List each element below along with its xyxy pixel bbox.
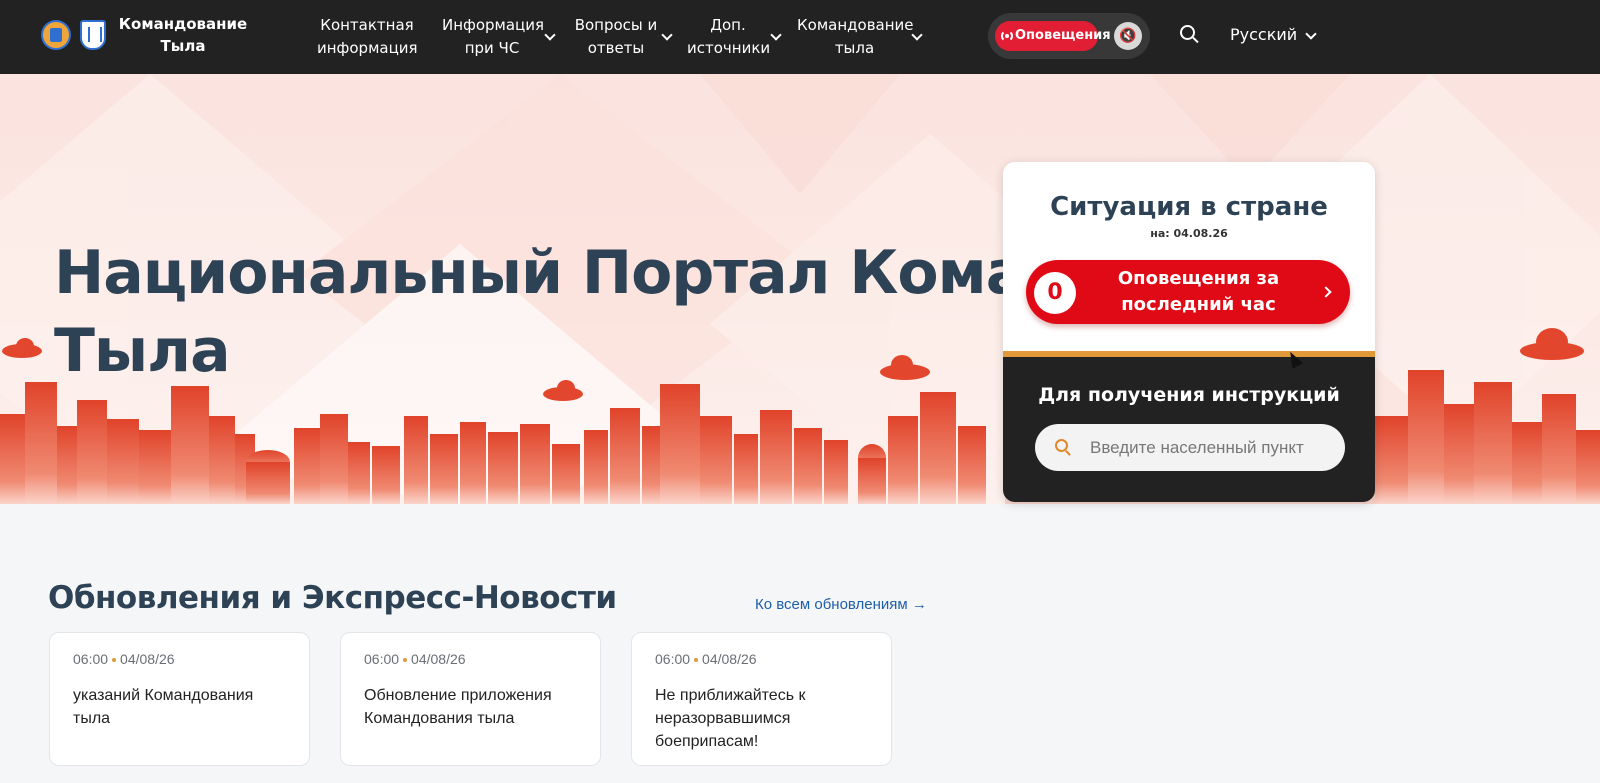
news-card-meta: 06:00 04/08/26 — [655, 651, 757, 667]
language-selector[interactable]: Русский — [1230, 24, 1317, 46]
chevron-right-icon — [1320, 286, 1332, 298]
news-card[interactable]: 06:00 04/08/26 Не приближайтесь к неразор… — [631, 632, 892, 766]
news-card[interactable]: 06:00 04/08/26 Обновление приложения Кома… — [340, 632, 601, 766]
logo-emblem-icon[interactable] — [41, 20, 71, 50]
nav-emergency-info[interactable]: Информация при ЧС — [442, 14, 556, 60]
chevron-down-icon — [661, 29, 673, 41]
last-hour-alerts-button[interactable]: 0 Оповещения за последний час — [1026, 260, 1350, 324]
top-navigation-bar: Командование Тыла Контактная информация … — [0, 0, 1600, 74]
brand-name[interactable]: Командование Тыла — [118, 13, 248, 57]
city-search-box — [1035, 424, 1345, 471]
nav-additional-sources[interactable]: Доп. источники — [687, 14, 782, 60]
instructions-title: Для получения инструкций — [1038, 384, 1340, 406]
news-card-text: Обновление приложения Командования тыла — [364, 687, 552, 727]
search-icon — [1055, 439, 1073, 457]
news-card-meta: 06:00 04/08/26 — [73, 651, 175, 667]
city-search-input[interactable] — [1090, 424, 1335, 471]
news-card-meta: 06:00 04/08/26 — [364, 651, 466, 667]
mute-icon[interactable]: 🔇 — [1114, 22, 1142, 50]
situation-date: на: 04.08.26 — [1150, 227, 1228, 240]
chevron-down-icon — [544, 29, 556, 41]
news-card[interactable]: 06:00 04/08/26 указаний Командования тыла — [49, 632, 310, 766]
nav-contact-info[interactable]: Контактная информация — [317, 14, 418, 60]
news-card-text: Не приближайтесь к неразорвавшимся боепр… — [655, 687, 806, 750]
state-emblem-icon[interactable] — [80, 20, 106, 50]
alert-count-badge: 0 — [1034, 272, 1076, 314]
all-updates-link[interactable]: Ко всем обновлениям → — [755, 596, 927, 613]
chevron-down-icon — [770, 29, 782, 41]
chevron-down-icon — [1305, 28, 1317, 40]
hero-title: Национальный Портал Командования Тыла — [54, 238, 1004, 386]
search-icon[interactable] — [1180, 25, 1200, 45]
situation-summary: Ситуация в стране на: 04.08.26 0 Оповеще… — [1003, 162, 1375, 351]
nav-home-front-command[interactable]: Командование тыла — [797, 14, 923, 60]
updates-section-title: Обновления и Экспресс-Новости — [48, 580, 617, 616]
alert-bar-label: Оповещения за последний час — [1117, 268, 1280, 315]
nav-faq[interactable]: Вопросы и ответы — [573, 14, 673, 60]
alerts-toggle-group: Оповещения 🔇 — [988, 13, 1150, 59]
hero-title-clip: Национальный Портал Командования Тыла — [0, 74, 1004, 504]
news-card-text: указаний Командования тыла — [73, 687, 254, 727]
situation-title: Ситуация в стране — [1050, 192, 1328, 222]
situation-card: Ситуация в стране на: 04.08.26 0 Оповеще… — [1003, 162, 1375, 502]
broadcast-icon — [1001, 30, 1013, 42]
instructions-section: Для получения инструкций — [1003, 357, 1375, 502]
alerts-button[interactable]: Оповещения — [995, 21, 1111, 51]
